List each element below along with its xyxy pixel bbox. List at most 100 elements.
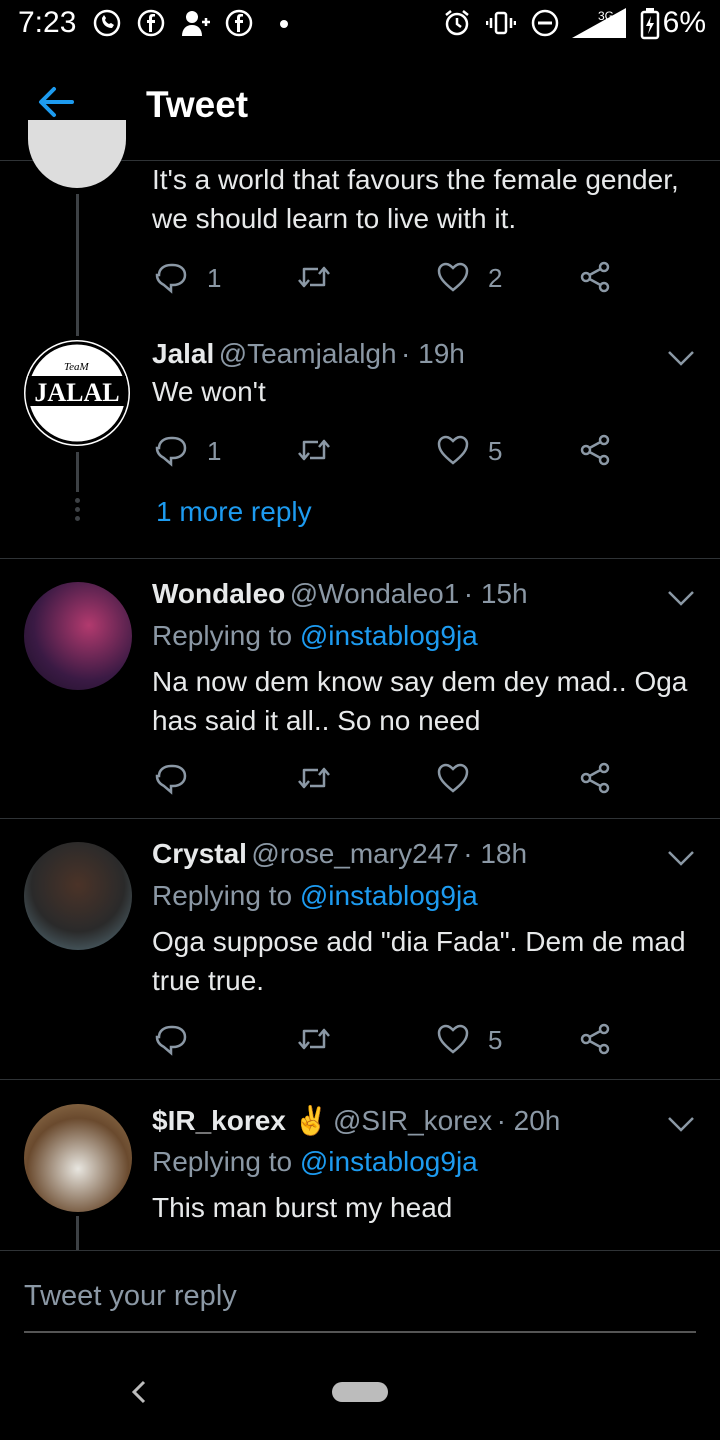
heart-icon: [437, 262, 469, 292]
tweet-time: · 15h: [463, 578, 528, 609]
share-icon[interactable]: [578, 761, 612, 795]
tweet-time: · 20h: [496, 1105, 561, 1136]
heart-icon: [437, 763, 469, 793]
divider: [0, 818, 720, 819]
replying-to-label: Replying to: [152, 880, 300, 911]
signal-icon: 3G: [572, 8, 626, 38]
tweet-text: This man burst my head: [152, 1192, 453, 1223]
avatar-sir-korex[interactable]: [24, 1104, 132, 1212]
tweet-time: · 19h: [401, 338, 465, 369]
thread-dot: [75, 516, 80, 521]
facebook-icon-2: [225, 9, 253, 37]
retweet-icon[interactable]: [296, 1022, 332, 1056]
like-button[interactable]: 5: [436, 1022, 502, 1056]
facebook-icon: [137, 9, 165, 37]
reply-input[interactable]: Tweet your reply: [24, 1280, 237, 1313]
tweet-text: It's a world that favours the female gen…: [152, 164, 679, 234]
add-contact-icon: [182, 11, 210, 36]
reply-icon: [155, 764, 187, 795]
retweet-icon[interactable]: [296, 433, 332, 467]
replying-to-label: Replying to: [152, 1146, 300, 1177]
retweet-icon[interactable]: [296, 761, 332, 795]
divider: [0, 1250, 720, 1251]
user-handle: @rose_mary247: [251, 838, 459, 869]
reply-button[interactable]: [155, 1022, 189, 1056]
reply-count: 1: [207, 263, 222, 293]
home-gesture-pill[interactable]: [332, 1382, 388, 1402]
replying-to: Replying to @instablog9ja: [152, 620, 478, 652]
svg-text:TeaM: TeaM: [64, 361, 89, 373]
reply-button[interactable]: 1: [155, 260, 221, 294]
back-arrow-icon[interactable]: [36, 82, 76, 122]
mention-link[interactable]: @instablog9ja: [300, 880, 478, 911]
mention-link[interactable]: @instablog9ja: [300, 620, 478, 651]
share-icon[interactable]: [578, 1022, 612, 1056]
status-time: 7:23: [18, 6, 77, 39]
reply-icon: [155, 263, 187, 294]
user-handle: @Teamjalalgh: [218, 338, 397, 369]
replying-to: Replying to @instablog9ja: [152, 1146, 478, 1178]
reply-icon: [155, 1025, 187, 1056]
alarm-icon: [445, 10, 469, 36]
chevron-down-icon[interactable]: [666, 848, 696, 868]
reply-icon: [155, 436, 187, 467]
mention-link[interactable]: @instablog9ja: [300, 1146, 478, 1177]
user-handle: @SIR_korex: [332, 1105, 493, 1136]
heart-icon: [437, 1024, 469, 1054]
chevron-down-icon[interactable]: [666, 1114, 696, 1134]
tweet-text: Oga suppose add "dia Fada". Dem de mad t…: [152, 926, 686, 996]
do-not-disturb-icon: [531, 9, 559, 37]
tweet-meta: $IR_korex ✌️ @SIR_korex · 20h: [152, 1104, 560, 1137]
tweet-text: We won't: [152, 376, 266, 407]
like-button[interactable]: [436, 761, 470, 795]
avatar-jalal[interactable]: TeaM JALAL: [24, 340, 130, 446]
tweet-meta: Jalal @Teamjalalgh · 19h: [152, 338, 465, 370]
reply-button[interactable]: [155, 761, 189, 795]
nav-back-icon[interactable]: [128, 1378, 150, 1406]
thread-line: [76, 194, 79, 336]
share-icon[interactable]: [578, 260, 612, 294]
thread-line: [76, 1216, 79, 1250]
whatsapp-icon: [93, 9, 121, 37]
battery-percent: 6%: [662, 6, 706, 39]
reply-button[interactable]: 1: [155, 433, 221, 467]
like-count: 5: [488, 1025, 503, 1055]
like-count: 2: [488, 263, 503, 293]
user-name[interactable]: $IR_korex ✌️: [152, 1105, 329, 1136]
divider: [0, 558, 720, 559]
like-button[interactable]: 2: [436, 260, 502, 294]
avatar-wondaleo[interactable]: [24, 582, 132, 690]
user-name[interactable]: Crystal: [152, 838, 247, 869]
svg-text:JALAL: JALAL: [34, 378, 119, 407]
avatar[interactable]: [28, 120, 126, 188]
user-handle: @Wondaleo1: [289, 578, 460, 609]
thread-dot: [75, 507, 80, 512]
heart-icon: [437, 435, 469, 465]
vibrate-icon: [486, 11, 516, 35]
svg-text:3G: 3G: [598, 9, 614, 23]
share-icon[interactable]: [578, 433, 612, 467]
tweet-time: · 18h: [463, 838, 528, 869]
retweet-icon[interactable]: [296, 260, 332, 294]
notification-dot-icon: [280, 20, 288, 28]
chevron-down-icon[interactable]: [666, 588, 696, 608]
more-replies-link[interactable]: 1 more reply: [156, 496, 312, 528]
tweet-meta: Wondaleo @Wondaleo1 · 15h: [152, 578, 528, 610]
like-count: 5: [488, 436, 503, 466]
tweet-meta: Crystal @rose_mary247 · 18h: [152, 838, 527, 870]
tweet-text: Na now dem know say dem dey mad.. Oga ha…: [152, 666, 688, 736]
jalal-logo: TeaM JALAL: [25, 341, 129, 445]
reply-count: 1: [207, 436, 222, 466]
chevron-down-icon[interactable]: [666, 348, 696, 368]
thread-dot: [75, 498, 80, 503]
replying-to: Replying to @instablog9ja: [152, 880, 478, 912]
avatar-crystal[interactable]: [24, 842, 132, 950]
user-name[interactable]: Wondaleo: [152, 578, 285, 609]
status-bar: 7:23 3G 6%: [0, 0, 720, 50]
battery-icon: [640, 8, 660, 40]
divider: [0, 1079, 720, 1080]
thread-line: [76, 452, 79, 492]
reply-underline: [24, 1331, 696, 1333]
user-name[interactable]: Jalal: [152, 338, 214, 369]
like-button[interactable]: 5: [436, 433, 502, 467]
